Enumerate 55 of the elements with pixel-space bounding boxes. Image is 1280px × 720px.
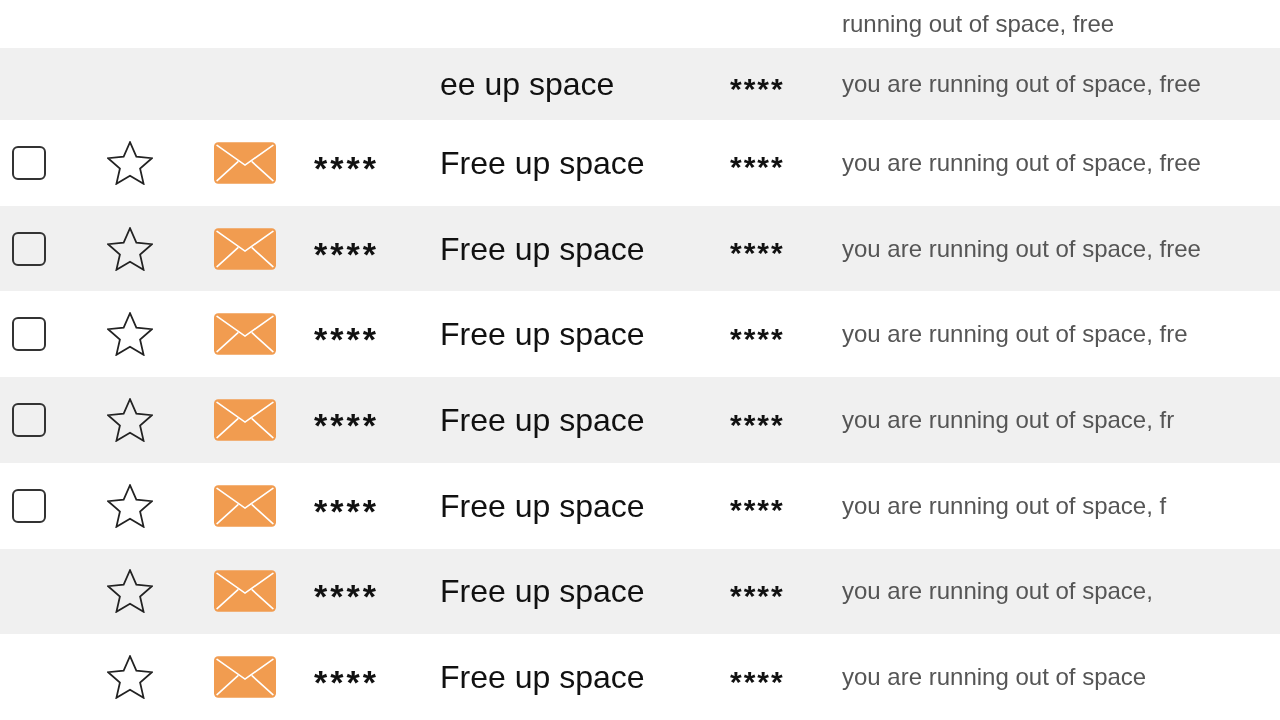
sender-text: ****: [314, 233, 379, 271]
subject-text: Free up space: [440, 575, 645, 608]
checkbox[interactable]: [12, 403, 46, 437]
envelope-icon: [214, 656, 276, 699]
email-row[interactable]: **** Free up space **** you are running out of space,: [0, 548, 1280, 635]
subject-text: Free up space: [440, 661, 645, 694]
preview-text: you are running out of space, fre: [842, 322, 1188, 347]
subject-text: Free up space: [440, 404, 645, 436]
subject-text: Free up space: [440, 489, 645, 522]
star-icon[interactable]: [107, 140, 153, 185]
preview-text: you are running out of space: [842, 665, 1147, 690]
preview-text: you are running out of space, free: [842, 236, 1201, 261]
masked-text: ****: [730, 320, 785, 354]
envelope-icon: [214, 141, 276, 184]
email-row[interactable]: **** Free up space **** you are running out of space, fr: [0, 377, 1280, 463]
envelope-icon: [214, 399, 276, 441]
sender-text: ****: [314, 490, 379, 528]
envelope-icon: [214, 313, 276, 356]
masked-text: ****: [730, 406, 785, 440]
star-icon[interactable]: [107, 569, 153, 614]
sender-text: ****: [314, 576, 379, 614]
star-icon[interactable]: [107, 226, 153, 271]
subject-text: Free up space: [440, 146, 645, 179]
checkbox[interactable]: [12, 488, 46, 523]
preview-text: you are running out of space,: [842, 579, 1153, 604]
subject-text: ee up space: [440, 68, 615, 100]
masked-text: ****: [730, 663, 785, 697]
email-row[interactable]: ee up space **** you are running out of space, free: [0, 48, 1280, 120]
preview-text: you are running out of space, fr: [842, 408, 1175, 432]
masked-text: ****: [730, 70, 785, 104]
star-icon[interactable]: [107, 312, 153, 357]
preview-text: running out of space, free: [842, 12, 1115, 36]
preview-text: you are running out of space, f: [842, 493, 1167, 518]
masked-text: ****: [730, 235, 785, 269]
star-icon[interactable]: [107, 398, 153, 442]
preview-text: you are running out of space, free: [842, 150, 1201, 175]
checkbox[interactable]: [12, 317, 46, 352]
star-icon[interactable]: [107, 655, 153, 700]
masked-text: ****: [730, 577, 785, 611]
sender-text: ****: [314, 147, 379, 185]
envelope-icon: [214, 570, 276, 613]
checkbox[interactable]: [12, 231, 46, 266]
star-icon[interactable]: [107, 483, 153, 528]
subject-text: Free up space: [440, 232, 645, 265]
sender-text: ****: [314, 319, 379, 357]
masked-text: ****: [730, 149, 785, 183]
preview-text: you are running out of space, free: [842, 72, 1201, 96]
checkbox[interactable]: [12, 145, 46, 180]
sender-text: ****: [314, 405, 379, 442]
masked-text: ****: [730, 492, 785, 526]
email-row[interactable]: **** Free up space **** you are running out of space, free: [0, 205, 1280, 292]
sender-text: ****: [314, 662, 379, 700]
envelope-icon: [214, 484, 276, 527]
subject-text: Free up space: [440, 318, 645, 351]
envelope-icon: [214, 227, 276, 270]
